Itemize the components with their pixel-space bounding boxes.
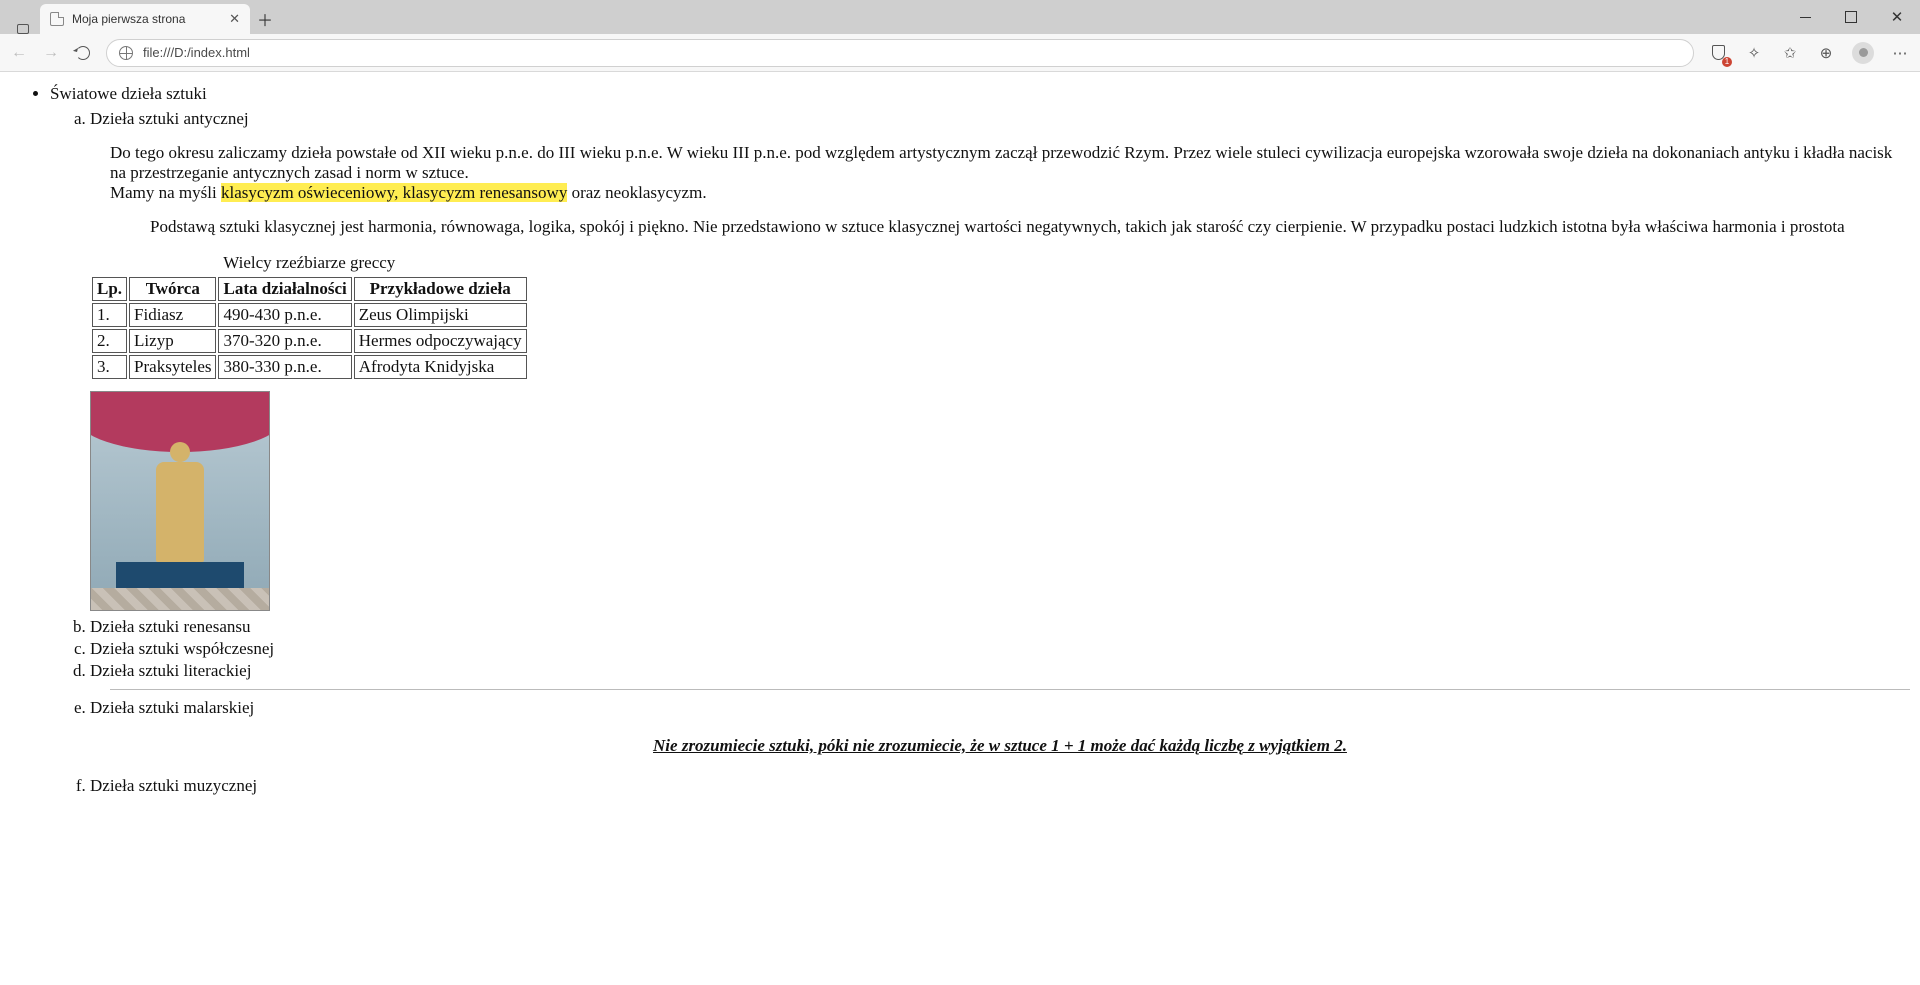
th-tworca: Twórca <box>129 277 216 301</box>
cell-lp: 3. <box>92 355 127 379</box>
table-row: 2. Lizyp 370-320 p.n.e. Hermes odpoczywa… <box>92 329 527 353</box>
new-tab-button[interactable]: ＋ <box>250 4 280 34</box>
cell-tworca: Praksyteles <box>129 355 216 379</box>
th-lata: Lata działalności <box>218 277 351 301</box>
table-row: 1. Fidiasz 490-430 p.n.e. Zeus Olimpijsk… <box>92 303 527 327</box>
cell-dziela: Hermes odpoczywający <box>354 329 527 353</box>
tab-actions-button[interactable] <box>6 24 40 34</box>
table-header-row: Lp. Twórca Lata działalności Przykładowe… <box>92 277 527 301</box>
sculptors-table: Wielcy rzeźbiarze greccy Lp. Twórca Lata… <box>90 253 529 381</box>
item-e-label: Dzieła sztuki malarskiej <box>90 698 254 717</box>
list-item: Dzieła sztuki renesansu <box>90 616 1910 638</box>
quote-text: Nie zrozumiecie sztuki, póki nie zrozumi… <box>90 736 1910 756</box>
back-button[interactable]: ← <box>10 44 28 62</box>
favorites-icon[interactable]: ✩ <box>1780 43 1800 63</box>
close-window-button[interactable]: ✕ <box>1874 0 1920 34</box>
th-lp: Lp. <box>92 277 127 301</box>
page-content: Światowe dzieła sztuki Dzieła sztuki ant… <box>0 72 1920 897</box>
cell-dziela: Zeus Olimpijski <box>354 303 527 327</box>
list-item: Dzieła sztuki współczesnej <box>90 638 1910 660</box>
forward-button[interactable]: → <box>42 44 60 62</box>
close-tab-button[interactable]: ✕ <box>229 11 240 27</box>
minimize-button[interactable] <box>1782 0 1828 34</box>
globe-icon <box>119 46 133 60</box>
url-text: file:///D:/index.html <box>143 45 250 60</box>
refresh-button[interactable] <box>74 44 92 62</box>
cell-lp: 1. <box>92 303 127 327</box>
maximize-button[interactable] <box>1828 0 1874 34</box>
extensions-icon[interactable]: ✧ <box>1744 43 1764 63</box>
profile-avatar[interactable] <box>1852 42 1874 64</box>
window-controls: ✕ <box>1782 0 1920 34</box>
browser-chrome: Moja pierwsza strona ✕ ＋ ✕ ← → file:///D… <box>0 0 1920 72</box>
url-input[interactable]: file:///D:/index.html <box>106 39 1694 67</box>
p1-suffix: oraz neoklasycyzm. <box>567 183 706 202</box>
list-item: Dzieła sztuki literackiej <box>90 660 1910 697</box>
tab-strip: Moja pierwsza strona ✕ ＋ ✕ <box>0 0 1920 34</box>
p1-part-a: Do tego okresu zaliczamy dzieła powstałe… <box>110 143 1892 182</box>
zeus-statue-image <box>90 391 270 611</box>
separator <box>110 689 1910 690</box>
cell-lata: 380-330 p.n.e. <box>218 355 351 379</box>
paragraph-1: Do tego okresu zaliczamy dzieła powstałe… <box>110 143 1910 203</box>
address-bar: ← → file:///D:/index.html 1 ✧ ✩ ⊕ ⋯ <box>0 34 1920 72</box>
paragraph-2: Podstawą sztuki klasycznej jest harmonia… <box>110 217 1910 237</box>
th-dziela: Przykładowe dzieła <box>354 277 527 301</box>
cell-tworca: Lizyp <box>129 329 216 353</box>
p1-prefix: Mamy na myśli <box>110 183 221 202</box>
list-item: Światowe dzieła sztuki Dzieła sztuki ant… <box>50 84 1910 797</box>
item-a-label: Dzieła sztuki antycznej <box>90 109 249 128</box>
list-item: Dzieła sztuki antycznej Do tego okresu z… <box>90 108 1910 616</box>
item-d-label: Dzieła sztuki literackiej <box>90 661 251 680</box>
item-b-label: Dzieła sztuki renesansu <box>90 617 251 636</box>
more-menu-button[interactable]: ⋯ <box>1890 43 1910 63</box>
bullet-main: Światowe dzieła sztuki <box>50 84 207 103</box>
cell-lata: 490-430 p.n.e. <box>218 303 351 327</box>
tracking-shield-icon[interactable]: 1 <box>1708 43 1728 63</box>
browser-tab[interactable]: Moja pierwsza strona ✕ <box>40 4 250 34</box>
table-row: 3. Praksyteles 380-330 p.n.e. Afrodyta K… <box>92 355 527 379</box>
item-f-label: Dzieła sztuki muzycznej <box>90 776 257 795</box>
cell-lata: 370-320 p.n.e. <box>218 329 351 353</box>
highlighted-text: klasycyzm oświeceniowy, klasycyzm renesa… <box>221 183 567 202</box>
list-item: Dzieła sztuki muzycznej <box>90 775 1910 797</box>
cell-dziela: Afrodyta Knidyjska <box>354 355 527 379</box>
cell-tworca: Fidiasz <box>129 303 216 327</box>
list-item: Dzieła sztuki malarskiej Nie zrozumiecie… <box>90 697 1910 775</box>
item-c-label: Dzieła sztuki współczesnej <box>90 639 274 658</box>
cell-lp: 2. <box>92 329 127 353</box>
shield-badge: 1 <box>1722 57 1732 67</box>
document-icon <box>50 12 64 26</box>
toolbar-right: 1 ✧ ✩ ⊕ ⋯ <box>1708 42 1910 64</box>
tab-title: Moja pierwsza strona <box>72 12 185 26</box>
collections-icon[interactable]: ⊕ <box>1816 43 1836 63</box>
table-caption: Wielcy rzeźbiarze greccy <box>90 253 529 275</box>
